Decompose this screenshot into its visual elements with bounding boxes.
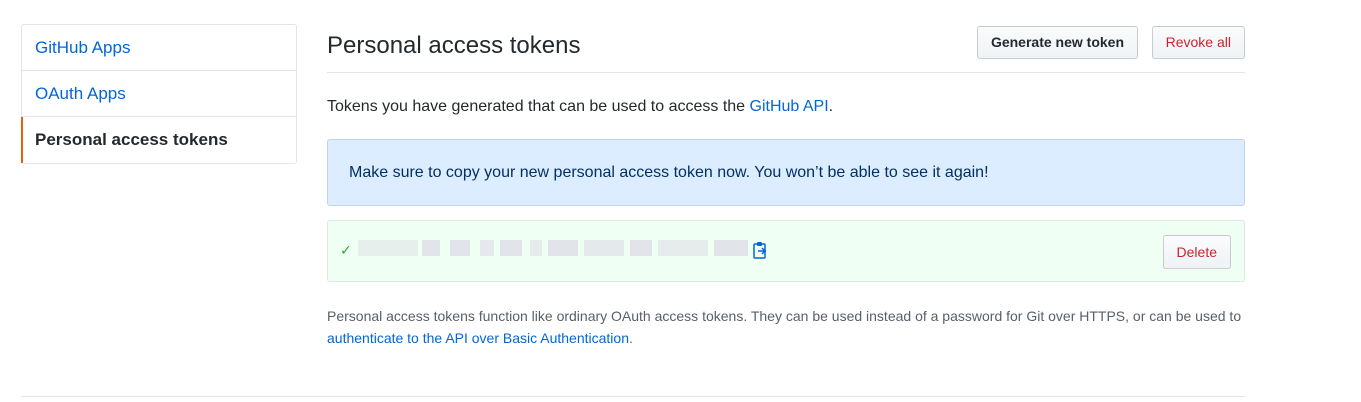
page-header: Personal access tokens Generate new toke…	[327, 24, 1245, 73]
clipboard-icon[interactable]	[752, 241, 768, 259]
settings-sidebar: GitHub Apps OAuth Apps Personal access t…	[21, 24, 297, 164]
sidebar-item-oauth-apps[interactable]: OAuth Apps	[22, 71, 296, 117]
sidebar-item-github-apps[interactable]: GitHub Apps	[22, 25, 296, 71]
page-title: Personal access tokens	[327, 32, 581, 59]
copy-token-warning: Make sure to copy your new personal acce…	[327, 139, 1245, 206]
token-value-redacted[interactable]	[358, 240, 748, 256]
intro-text-after: .	[828, 98, 834, 115]
basic-auth-link[interactable]: authenticate to the API over Basic Authe…	[327, 330, 629, 346]
main-content: Personal access tokens Generate new toke…	[327, 24, 1245, 346]
note-text-after: .	[628, 330, 633, 346]
note-text-before: Personal access tokens function like ord…	[327, 308, 1242, 324]
intro-text: Tokens you have generated that can be us…	[327, 98, 833, 116]
generate-new-token-button[interactable]: Generate new token	[976, 26, 1138, 59]
delete-token-button[interactable]: Delete	[1162, 235, 1231, 269]
revoke-all-button[interactable]: Revoke all	[1151, 26, 1245, 59]
token-help-note: Personal access tokens function like ord…	[327, 305, 1245, 349]
github-api-link[interactable]: GitHub API	[750, 98, 829, 115]
check-icon: ✓	[340, 242, 352, 258]
intro-text-before: Tokens you have generated that can be us…	[327, 98, 750, 115]
footer-divider	[21, 396, 1245, 397]
sidebar-item-personal-access-tokens[interactable]: Personal access tokens	[21, 117, 296, 163]
new-token-row: ✓ Delete	[327, 220, 1245, 282]
